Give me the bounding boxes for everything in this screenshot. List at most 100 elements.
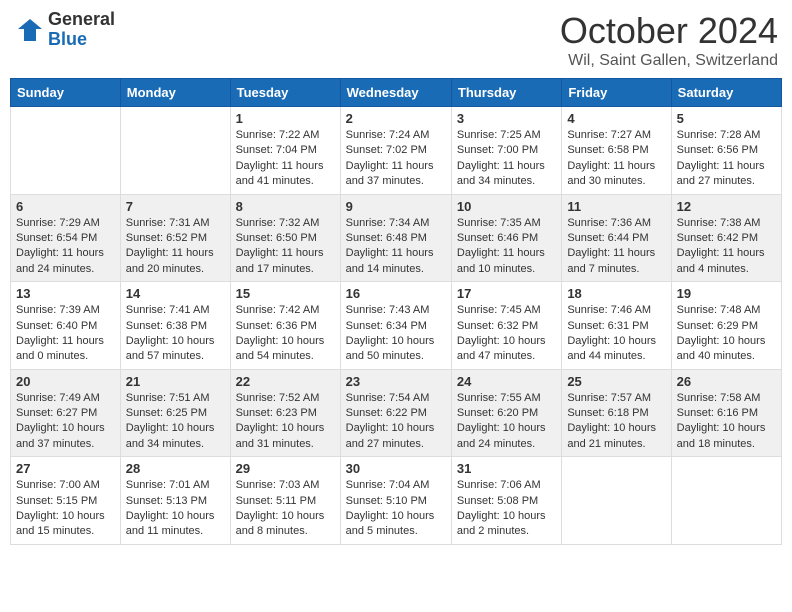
day-info: Sunrise: 7:35 AMSunset: 6:46 PMDaylight:… xyxy=(457,216,556,278)
calendar-cell: 4 Sunrise: 7:27 AMSunset: 6:58 PMDaylight… xyxy=(562,107,671,195)
logo: General Blue xyxy=(14,10,115,50)
day-number: 23 xyxy=(346,374,446,389)
calendar-cell: 10 Sunrise: 7:35 AMSunset: 6:46 PMDayligh… xyxy=(451,194,561,282)
title-block: October 2024 Wil, Saint Gallen, Switzerl… xyxy=(560,10,778,70)
logo-icon xyxy=(14,15,44,45)
day-number: 6 xyxy=(16,199,115,214)
calendar-cell: 30 Sunrise: 7:04 AMSunset: 5:10 PMDayligh… xyxy=(340,457,451,545)
day-number: 10 xyxy=(457,199,556,214)
calendar-cell: 28Sunrise: 7:01 AMSunset: 5:13 PMDayligh… xyxy=(120,457,230,545)
calendar-cell: 29 Sunrise: 7:03 AMSunset: 5:11 PMDayligh… xyxy=(230,457,340,545)
calendar-cell: 7 Sunrise: 7:31 AMSunset: 6:52 PMDaylight… xyxy=(120,194,230,282)
calendar-cell: 25Sunrise: 7:57 AMSunset: 6:18 PMDayligh… xyxy=(562,369,671,457)
calendar-cell xyxy=(562,457,671,545)
calendar-cell: 27Sunrise: 7:00 AMSunset: 5:15 PMDayligh… xyxy=(11,457,121,545)
calendar-cell: 12 Sunrise: 7:38 AMSunset: 6:42 PMDayligh… xyxy=(671,194,781,282)
calendar-cell: 31 Sunrise: 7:06 AMSunset: 5:08 PMDayligh… xyxy=(451,457,561,545)
calendar-cell: 1 Sunrise: 7:22 AMSunset: 7:04 PMDaylight… xyxy=(230,107,340,195)
calendar-cell: 17Sunrise: 7:45 AMSunset: 6:32 PMDayligh… xyxy=(451,282,561,370)
calendar-cell: 19Sunrise: 7:48 AMSunset: 6:29 PMDayligh… xyxy=(671,282,781,370)
day-info: Sunrise: 7:32 AMSunset: 6:50 PMDaylight:… xyxy=(236,216,335,278)
calendar-cell: 24 Sunrise: 7:55 AMSunset: 6:20 PMDayligh… xyxy=(451,369,561,457)
calendar-week-row: 13 Sunrise: 7:39 AMSunset: 6:40 PMDayligh… xyxy=(11,282,782,370)
calendar-week-row: 27Sunrise: 7:00 AMSunset: 5:15 PMDayligh… xyxy=(11,457,782,545)
calendar-cell: 18 Sunrise: 7:46 AMSunset: 6:31 PMDayligh… xyxy=(562,282,671,370)
calendar-cell: 26 Sunrise: 7:58 AMSunset: 6:16 PMDayligh… xyxy=(671,369,781,457)
day-info: Sunrise: 7:58 AMSunset: 6:16 PMDaylight:… xyxy=(677,391,776,453)
day-info: Sunrise: 7:39 AMSunset: 6:40 PMDaylight:… xyxy=(16,303,115,365)
calendar-cell: 9 Sunrise: 7:34 AMSunset: 6:48 PMDaylight… xyxy=(340,194,451,282)
day-info: Sunrise: 7:34 AMSunset: 6:48 PMDaylight:… xyxy=(346,216,446,278)
calendar-week-row: 1 Sunrise: 7:22 AMSunset: 7:04 PMDaylight… xyxy=(11,107,782,195)
weekday-header: Friday xyxy=(562,79,671,107)
calendar-cell: 21 Sunrise: 7:51 AMSunset: 6:25 PMDayligh… xyxy=(120,369,230,457)
day-info: Sunrise: 7:49 AMSunset: 6:27 PMDaylight:… xyxy=(16,391,115,453)
month-title: October 2024 xyxy=(560,10,778,52)
calendar-week-row: 20 Sunrise: 7:49 AMSunset: 6:27 PMDayligh… xyxy=(11,369,782,457)
day-info: Sunrise: 7:43 AMSunset: 6:34 PMDaylight:… xyxy=(346,303,446,365)
weekday-header: Wednesday xyxy=(340,79,451,107)
day-number: 31 xyxy=(457,461,556,476)
calendar-cell: 8 Sunrise: 7:32 AMSunset: 6:50 PMDaylight… xyxy=(230,194,340,282)
day-info: Sunrise: 7:27 AMSunset: 6:58 PMDaylight:… xyxy=(567,128,665,190)
day-info: Sunrise: 7:06 AMSunset: 5:08 PMDaylight:… xyxy=(457,478,556,540)
day-info: Sunrise: 7:42 AMSunset: 6:36 PMDaylight:… xyxy=(236,303,335,365)
day-number: 28 xyxy=(126,461,225,476)
day-info: Sunrise: 7:46 AMSunset: 6:31 PMDaylight:… xyxy=(567,303,665,365)
day-info: Sunrise: 7:38 AMSunset: 6:42 PMDaylight:… xyxy=(677,216,776,278)
day-number: 17 xyxy=(457,286,556,301)
day-info: Sunrise: 7:36 AMSunset: 6:44 PMDaylight:… xyxy=(567,216,665,278)
day-number: 12 xyxy=(677,199,776,214)
day-info: Sunrise: 7:41 AMSunset: 6:38 PMDaylight:… xyxy=(126,303,225,365)
day-info: Sunrise: 7:31 AMSunset: 6:52 PMDaylight:… xyxy=(126,216,225,278)
day-info: Sunrise: 7:04 AMSunset: 5:10 PMDaylight:… xyxy=(346,478,446,540)
day-number: 8 xyxy=(236,199,335,214)
day-number: 1 xyxy=(236,111,335,126)
calendar-cell xyxy=(671,457,781,545)
day-info: Sunrise: 7:52 AMSunset: 6:23 PMDaylight:… xyxy=(236,391,335,453)
calendar-cell: 2 Sunrise: 7:24 AMSunset: 7:02 PMDaylight… xyxy=(340,107,451,195)
day-info: Sunrise: 7:54 AMSunset: 6:22 PMDaylight:… xyxy=(346,391,446,453)
day-info: Sunrise: 7:55 AMSunset: 6:20 PMDaylight:… xyxy=(457,391,556,453)
day-info: Sunrise: 7:24 AMSunset: 7:02 PMDaylight:… xyxy=(346,128,446,190)
weekday-header: Monday xyxy=(120,79,230,107)
day-number: 7 xyxy=(126,199,225,214)
day-number: 16 xyxy=(346,286,446,301)
day-number: 20 xyxy=(16,374,115,389)
day-number: 21 xyxy=(126,374,225,389)
logo-blue: Blue xyxy=(48,30,115,50)
calendar-cell xyxy=(120,107,230,195)
day-number: 5 xyxy=(677,111,776,126)
calendar-cell: 15 Sunrise: 7:42 AMSunset: 6:36 PMDayligh… xyxy=(230,282,340,370)
day-info: Sunrise: 7:03 AMSunset: 5:11 PMDaylight:… xyxy=(236,478,335,540)
day-number: 2 xyxy=(346,111,446,126)
day-number: 30 xyxy=(346,461,446,476)
page-header: General Blue October 2024 Wil, Saint Gal… xyxy=(10,10,782,70)
logo-general: General xyxy=(48,10,115,30)
weekday-header: Sunday xyxy=(11,79,121,107)
calendar-cell: 5Sunrise: 7:28 AMSunset: 6:56 PMDaylight… xyxy=(671,107,781,195)
day-number: 24 xyxy=(457,374,556,389)
day-number: 18 xyxy=(567,286,665,301)
calendar-table: SundayMondayTuesdayWednesdayThursdayFrid… xyxy=(10,78,782,545)
weekday-header: Tuesday xyxy=(230,79,340,107)
calendar-cell: 14 Sunrise: 7:41 AMSunset: 6:38 PMDayligh… xyxy=(120,282,230,370)
day-info: Sunrise: 7:51 AMSunset: 6:25 PMDaylight:… xyxy=(126,391,225,453)
calendar-cell: 6 Sunrise: 7:29 AMSunset: 6:54 PMDaylight… xyxy=(11,194,121,282)
day-number: 9 xyxy=(346,199,446,214)
day-info: Sunrise: 7:25 AMSunset: 7:00 PMDaylight:… xyxy=(457,128,556,190)
day-number: 13 xyxy=(16,286,115,301)
day-number: 19 xyxy=(677,286,776,301)
calendar-cell: 20 Sunrise: 7:49 AMSunset: 6:27 PMDayligh… xyxy=(11,369,121,457)
day-info: Sunrise: 7:00 AMSunset: 5:15 PMDaylight:… xyxy=(16,478,115,540)
day-number: 15 xyxy=(236,286,335,301)
day-number: 14 xyxy=(126,286,225,301)
day-info: Sunrise: 7:29 AMSunset: 6:54 PMDaylight:… xyxy=(16,216,115,278)
day-number: 4 xyxy=(567,111,665,126)
day-info: Sunrise: 7:22 AMSunset: 7:04 PMDaylight:… xyxy=(236,128,335,190)
day-info: Sunrise: 7:57 AMSunset: 6:18 PMDaylight:… xyxy=(567,391,665,453)
day-number: 26 xyxy=(677,374,776,389)
day-number: 29 xyxy=(236,461,335,476)
calendar-cell: 16 Sunrise: 7:43 AMSunset: 6:34 PMDayligh… xyxy=(340,282,451,370)
location: Wil, Saint Gallen, Switzerland xyxy=(560,52,778,70)
